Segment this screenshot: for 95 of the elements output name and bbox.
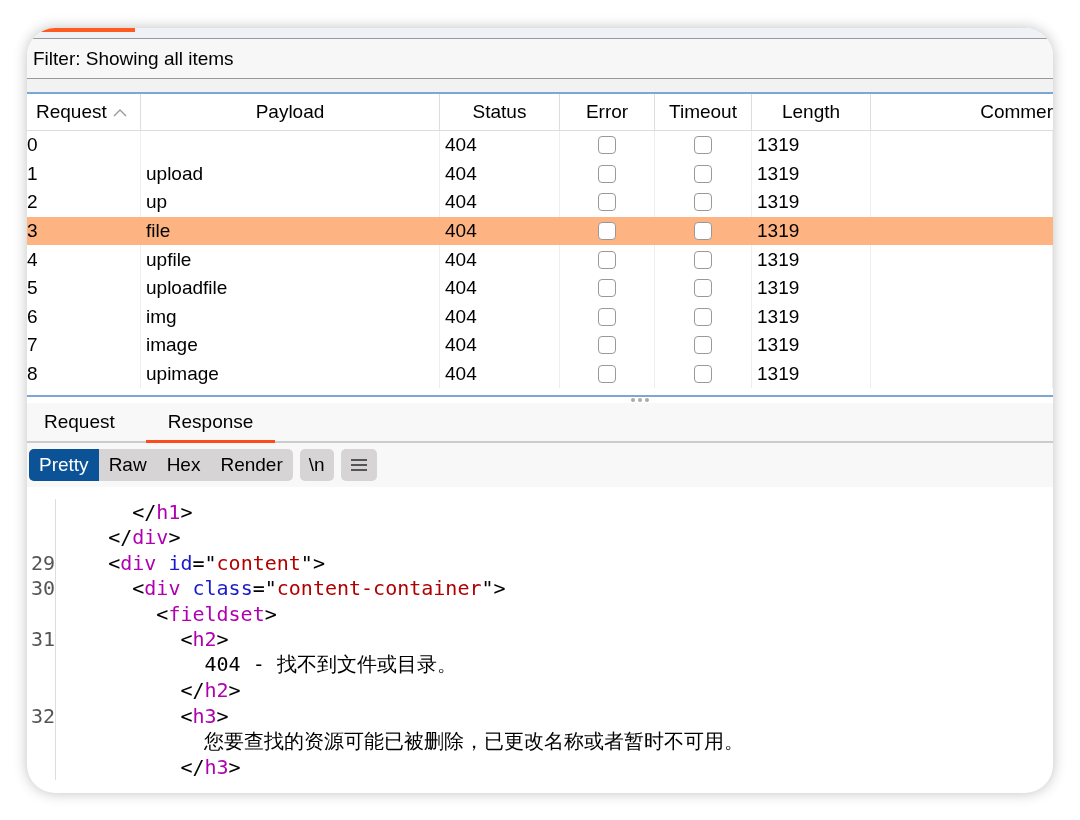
table-cell: 6 bbox=[27, 302, 141, 332]
code-line: <div id="content"> bbox=[107, 550, 325, 575]
column-header[interactable]: Error bbox=[560, 94, 655, 130]
table-cell: uploadfile bbox=[146, 277, 228, 300]
checkbox[interactable] bbox=[598, 307, 616, 326]
table-row[interactable]: 0 404 1319 bbox=[27, 131, 1053, 160]
filter-bar[interactable]: Filter: Showing all items bbox=[27, 39, 1053, 79]
column-header[interactable]: Status bbox=[440, 94, 560, 130]
table-cell: 2 bbox=[27, 188, 141, 217]
table-row[interactable]: 7 image 404 1319 bbox=[27, 331, 1053, 360]
column-header[interactable]: Timeout bbox=[655, 94, 752, 130]
table-cell: 7 bbox=[27, 331, 141, 360]
checkbox[interactable] bbox=[694, 222, 712, 241]
checkbox[interactable] bbox=[598, 193, 616, 212]
table-cell: image bbox=[146, 334, 198, 357]
table-row[interactable]: 8 upimage 404 1319 bbox=[27, 359, 1053, 389]
table-cell: 8 bbox=[27, 359, 141, 389]
code-line: </h2> bbox=[179, 678, 241, 703]
line-number: 31 bbox=[30, 627, 55, 652]
checkbox[interactable] bbox=[694, 307, 712, 326]
table-cell: upload bbox=[146, 162, 204, 185]
table-row[interactable]: 2 up 404 1319 bbox=[27, 188, 1053, 217]
table-cell: 404 bbox=[440, 245, 560, 274]
code-line: 您要查找的资源可能已被删除，已更改名称或者暂时不可用。 bbox=[203, 728, 745, 753]
table-cell: up bbox=[146, 191, 168, 214]
tab[interactable]: Request bbox=[33, 403, 126, 443]
table-cell: 1319 bbox=[752, 131, 871, 160]
code-line: <h3> bbox=[179, 703, 229, 728]
checkbox[interactable] bbox=[694, 136, 712, 155]
sort-ascending-icon bbox=[112, 107, 127, 117]
table-cell: 1319 bbox=[752, 245, 871, 274]
table-cell: 404 bbox=[440, 188, 560, 217]
table-row[interactable]: 6 img 404 1319 bbox=[27, 302, 1053, 332]
line-number: 32 bbox=[30, 703, 55, 728]
code-line: </h1> bbox=[131, 499, 193, 524]
table-cell: 404 bbox=[440, 359, 560, 389]
table-cell: 4 bbox=[27, 245, 141, 274]
table-cell: upimage bbox=[146, 363, 219, 386]
checkbox[interactable] bbox=[598, 164, 616, 183]
checkbox[interactable] bbox=[694, 279, 712, 298]
view-mode-button[interactable]: Pretty bbox=[29, 449, 99, 481]
checkbox[interactable] bbox=[694, 193, 712, 212]
table-cell: 1319 bbox=[752, 188, 871, 217]
table-cell: 1319 bbox=[752, 159, 871, 189]
code-line: </div> bbox=[107, 525, 181, 550]
table-row[interactable]: 5 uploadfile 404 1319 bbox=[27, 273, 1053, 303]
table-cell: 1319 bbox=[752, 302, 871, 332]
table-cell-text: 404 bbox=[444, 219, 478, 244]
checkbox[interactable] bbox=[598, 222, 616, 241]
code-line: <h2> bbox=[179, 627, 229, 652]
column-header[interactable]: Commer bbox=[871, 94, 1053, 130]
drag-handle-icon[interactable] bbox=[630, 397, 650, 403]
code-line: 404 - 找不到文件或目录。 bbox=[203, 652, 457, 677]
column-header[interactable]: Request bbox=[27, 94, 141, 130]
menu-button[interactable] bbox=[340, 449, 377, 481]
table-row[interactable]: 1 upload 404 1319 bbox=[27, 159, 1053, 189]
checkbox[interactable] bbox=[694, 164, 712, 183]
view-mode-button[interactable]: Raw bbox=[98, 449, 157, 481]
column-header[interactable]: Payload bbox=[141, 94, 440, 130]
table-cell: 404 bbox=[440, 331, 560, 360]
checkbox[interactable] bbox=[598, 279, 616, 298]
table-row[interactable]: 4 upfile 404 1319 bbox=[27, 245, 1053, 274]
table-cell: 1319 bbox=[752, 359, 871, 389]
checkbox[interactable] bbox=[598, 250, 616, 269]
table-cell: 0 bbox=[27, 131, 141, 160]
table-cell: 1319 bbox=[752, 331, 871, 360]
table-cell-text: 3 bbox=[27, 219, 39, 244]
view-mode-button[interactable]: Render bbox=[210, 449, 293, 481]
newline-toggle-button[interactable]: \n bbox=[299, 449, 334, 481]
column-header[interactable]: Length bbox=[752, 94, 871, 130]
menu-icon bbox=[349, 458, 368, 472]
table-cell: 1319 bbox=[752, 273, 871, 303]
table-cell: 404 bbox=[440, 131, 560, 160]
table-cell: file bbox=[146, 220, 171, 243]
view-mode-button[interactable]: Hex bbox=[156, 449, 211, 481]
code-line: <fieldset> bbox=[155, 601, 277, 626]
line-number: 29 bbox=[30, 550, 55, 575]
table-cell: 1 bbox=[27, 159, 141, 189]
table-cell: 5 bbox=[27, 273, 141, 303]
checkbox[interactable] bbox=[694, 336, 712, 355]
table-row[interactable]: 3 file 404 1319 bbox=[27, 216, 1053, 246]
checkbox[interactable] bbox=[598, 336, 616, 355]
table-cell-text: 1319 bbox=[756, 219, 801, 244]
table-cell: 404 bbox=[440, 159, 560, 189]
checkbox[interactable] bbox=[598, 365, 616, 384]
table-cell: img bbox=[146, 305, 177, 328]
checkbox[interactable] bbox=[694, 365, 712, 384]
table-cell: 404 bbox=[440, 302, 560, 332]
code-line: <div class="content-container"> bbox=[131, 576, 506, 601]
line-number: 30 bbox=[30, 576, 55, 601]
code-line: </h3> bbox=[179, 754, 241, 779]
checkbox[interactable] bbox=[598, 136, 616, 155]
checkbox[interactable] bbox=[694, 250, 712, 269]
table-cell: upfile bbox=[146, 248, 192, 271]
table-cell: 404 bbox=[440, 273, 560, 303]
